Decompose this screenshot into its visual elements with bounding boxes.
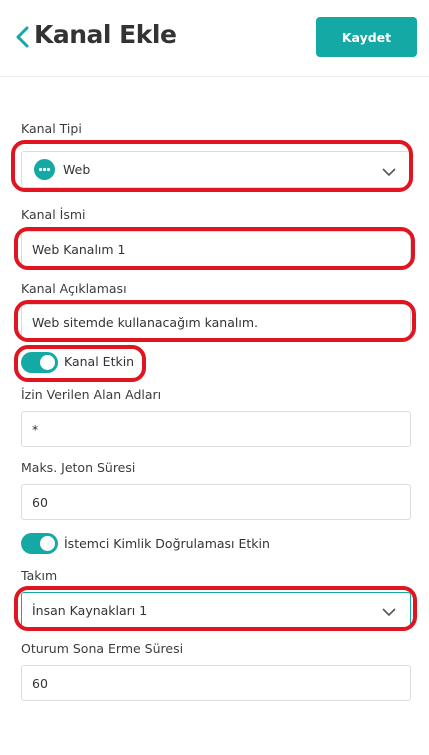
channel-enabled-toggle[interactable] [21,352,58,373]
client-auth-toggle[interactable] [21,533,58,554]
channel-enabled-label: Kanal Etkin [64,354,135,369]
page-header: Kanal Ekle Kaydet [0,0,429,77]
team-select[interactable]: İnsan Kaynakları 1 [21,592,411,628]
channel-name-label: Kanal İsmi [21,207,86,222]
back-chevron-icon[interactable] [14,24,34,50]
channel-name-field[interactable]: Web Kanalım 1 [21,231,411,267]
page-title: Kanal Ekle [34,20,177,49]
team-label: Takım [21,568,58,583]
channel-type-value: Web [63,162,91,177]
team-value: İnsan Kaynakları 1 [32,602,148,618]
channel-description-label: Kanal Açıklaması [21,281,127,296]
max-token-duration-label: Maks. Jeton Süresi [21,460,136,475]
client-auth-label: İstemci Kimlik Doğrulaması Etkin [64,536,270,551]
chat-bubble-icon [34,159,55,180]
save-button[interactable]: Kaydet [316,17,417,57]
channel-type-label: Kanal Tipi [21,121,82,136]
channel-type-select[interactable]: Web [21,151,411,188]
allowed-domains-field[interactable]: * [21,411,411,447]
allowed-domains-label: İzin Verilen Alan Adları [21,387,162,402]
chevron-down-icon [382,165,396,177]
max-token-duration-field[interactable]: 60 [21,484,411,520]
chevron-down-icon [382,605,396,617]
session-timeout-label: Oturum Sona Erme Süresi [21,641,184,656]
session-timeout-field[interactable]: 60 [21,665,411,701]
channel-description-field[interactable]: Web sitemde kullanacağım kanalım. [21,304,411,340]
